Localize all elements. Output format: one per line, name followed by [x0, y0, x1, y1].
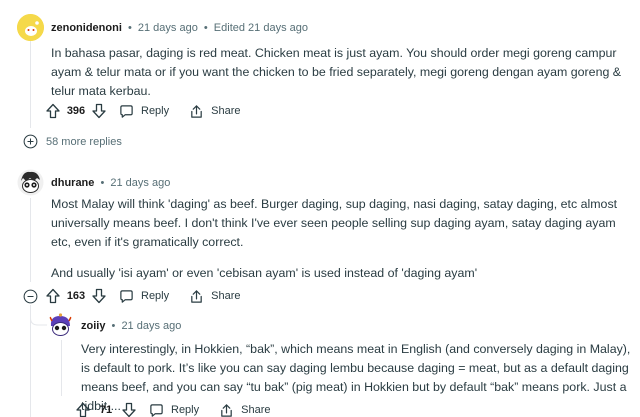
downvote-icon[interactable] — [91, 288, 107, 304]
comment-time[interactable]: 21 days ago — [138, 22, 198, 34]
comment-actions: 163 Reply Share — [45, 285, 260, 307]
thread-line — [61, 340, 62, 396]
reply-icon — [120, 289, 133, 303]
avatar-snoo-icon — [17, 14, 44, 41]
comment-paragraph: And usually 'isi ayam' or even 'cebisan … — [51, 266, 478, 280]
vote-group: 71 — [75, 402, 137, 417]
reply-icon — [120, 104, 133, 118]
thread-line — [30, 40, 31, 128]
comment-body: In bahasa pasar, daging is red meat. Chi… — [51, 44, 637, 101]
comment-author[interactable]: zenonidenoni — [51, 22, 122, 34]
separator: • — [100, 177, 105, 189]
avatar[interactable] — [17, 14, 44, 41]
collapse-icon[interactable] — [23, 289, 38, 304]
share-label: Share — [241, 404, 271, 416]
upvote-icon[interactable] — [45, 103, 61, 119]
reply-label: Reply — [141, 290, 170, 302]
vote-group: 396 — [45, 103, 107, 119]
separator: • — [127, 22, 132, 34]
share-button[interactable]: Share — [219, 403, 270, 417]
downvote-icon[interactable] — [91, 103, 107, 119]
more-replies-button[interactable]: 58 more replies — [23, 134, 122, 149]
reply-button[interactable]: Reply — [119, 289, 169, 304]
share-icon — [191, 289, 202, 303]
separator: • — [111, 320, 116, 332]
comment-actions: 396 Reply Share — [45, 100, 260, 122]
share-icon — [191, 104, 202, 118]
comment-author[interactable]: zoiiy — [81, 320, 105, 332]
comment-time[interactable]: 21 days ago — [121, 320, 181, 332]
thread-line — [30, 198, 31, 282]
comment-body: Most Malay will think 'daging' as beef. … — [51, 195, 639, 283]
share-label: Share — [211, 290, 241, 302]
avatar[interactable] — [17, 169, 44, 196]
avatar[interactable] — [47, 312, 74, 339]
vote-count: 163 — [66, 290, 86, 302]
comment-actions: 71 Reply Share — [75, 399, 290, 417]
separator: • — [203, 22, 208, 34]
vote-count: 396 — [66, 105, 86, 117]
vote-group: 163 — [45, 288, 107, 304]
reply-label: Reply — [171, 404, 200, 416]
reply-label: Reply — [141, 105, 170, 117]
expand-icon — [23, 134, 38, 149]
reply-button[interactable]: Reply — [149, 403, 199, 417]
comment-meta: zenonidenoni • 21 days ago • Edited 21 d… — [51, 22, 308, 34]
more-replies-label: 58 more replies — [46, 135, 122, 148]
share-icon — [221, 403, 232, 417]
comment-paragraph: In bahasa pasar, daging is red meat. Chi… — [51, 46, 622, 98]
downvote-icon[interactable] — [121, 402, 137, 417]
avatar-snoo-icon — [49, 313, 72, 336]
comment-time[interactable]: 21 days ago — [110, 177, 170, 189]
comment-paragraph: Most Malay will think 'daging' as beef. … — [51, 197, 618, 249]
reply-icon — [150, 403, 163, 417]
upvote-icon[interactable] — [45, 288, 61, 304]
avatar-snoo-icon — [17, 169, 44, 196]
edited-label: Edited 21 days ago — [213, 22, 308, 34]
reply-button[interactable]: Reply — [119, 104, 169, 119]
vote-count: 71 — [99, 404, 113, 416]
share-label: Share — [211, 105, 241, 117]
share-button[interactable]: Share — [189, 104, 240, 119]
comment-author[interactable]: dhurane — [51, 177, 94, 189]
share-button[interactable]: Share — [189, 289, 240, 304]
upvote-icon[interactable] — [75, 402, 91, 417]
comment-meta: dhurane • 21 days ago — [51, 177, 170, 189]
comment-meta: zoiiy • 21 days ago — [81, 320, 181, 332]
